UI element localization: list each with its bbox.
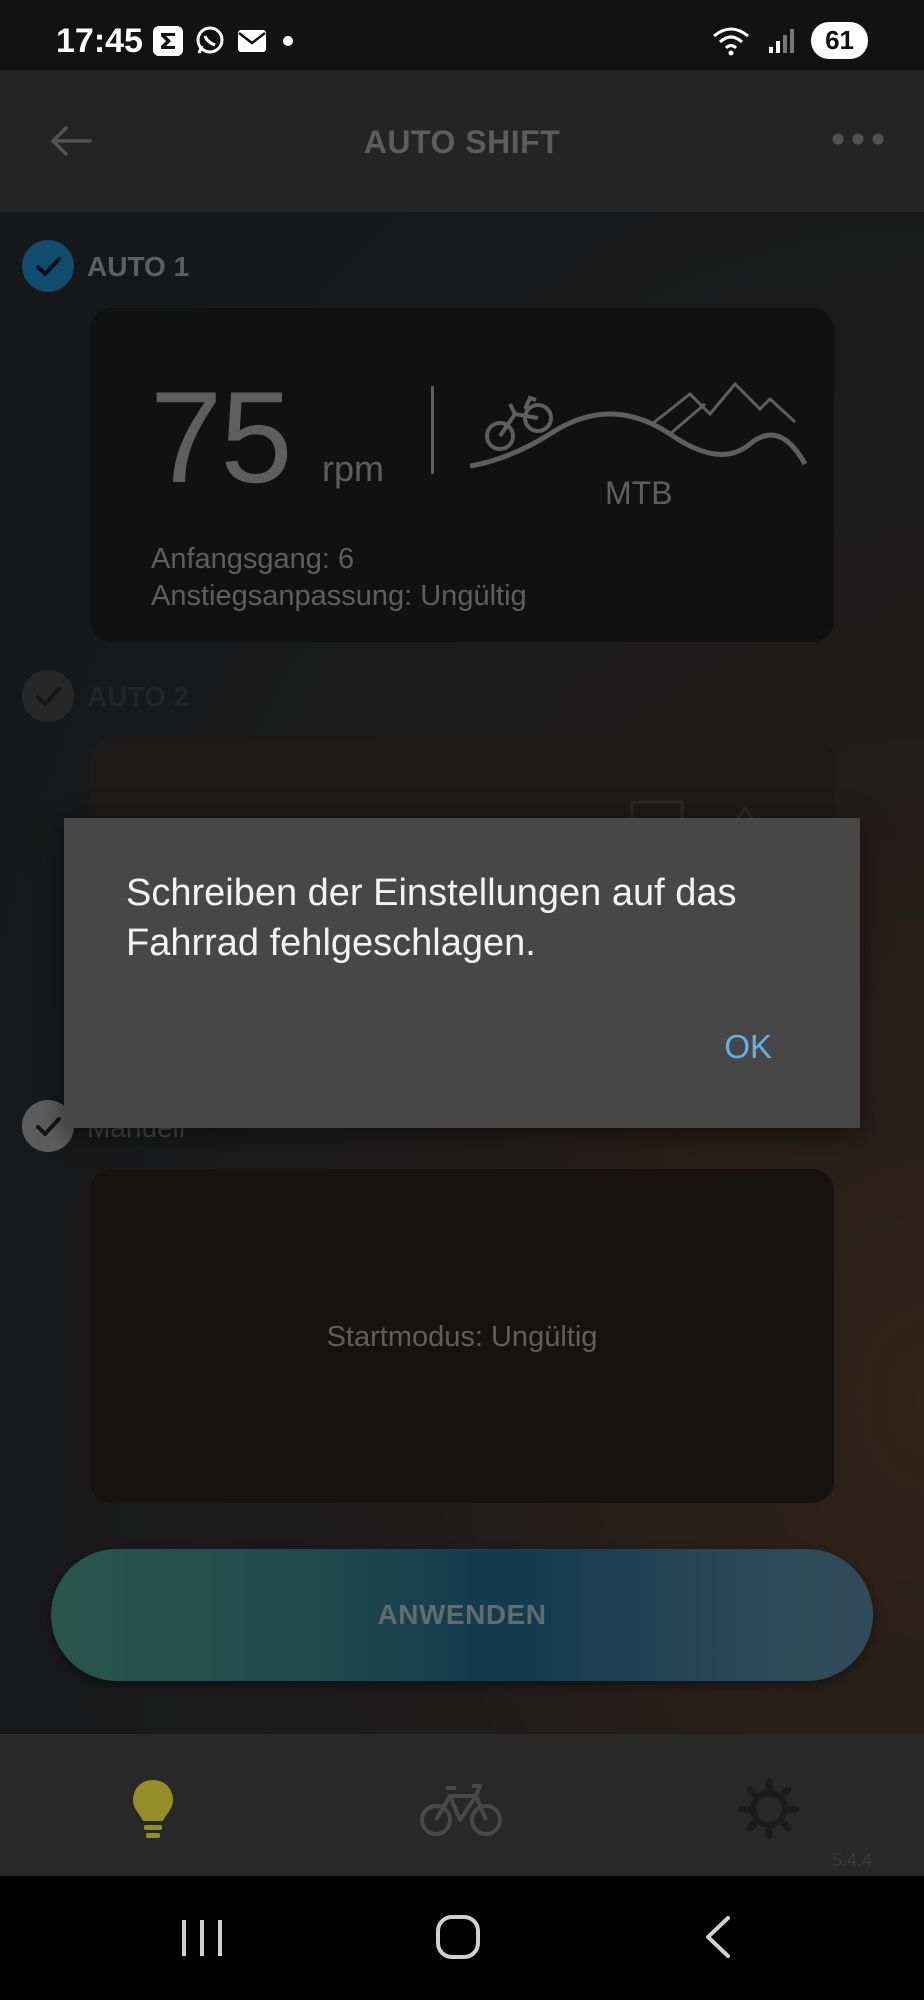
status-icons-left [152, 25, 298, 57]
mail-icon [238, 30, 266, 52]
system-nav-bar [0, 1876, 924, 2000]
recent-apps-icon[interactable] [180, 1918, 224, 1958]
sigma-app-icon [153, 26, 183, 56]
dialog-ok-button[interactable]: OK [724, 1028, 772, 1066]
dialog-message: Schreiben der Einstellungen auf das Fahr… [126, 872, 737, 964]
battery-icon: 61 [811, 22, 868, 59]
dot-icon [283, 36, 293, 46]
error-dialog: Schreiben der Einstellungen auf das Fahr… [64, 818, 860, 1128]
status-bar: 17:45 61 [0, 0, 924, 70]
back-nav-icon[interactable] [700, 1914, 734, 1960]
status-time: 17:45 [56, 22, 143, 60]
status-icons-right: 61 [711, 22, 868, 59]
signal-icon [769, 28, 795, 53]
home-icon[interactable] [435, 1914, 481, 1960]
wifi-icon [713, 27, 750, 55]
whatsapp-icon [196, 26, 224, 54]
